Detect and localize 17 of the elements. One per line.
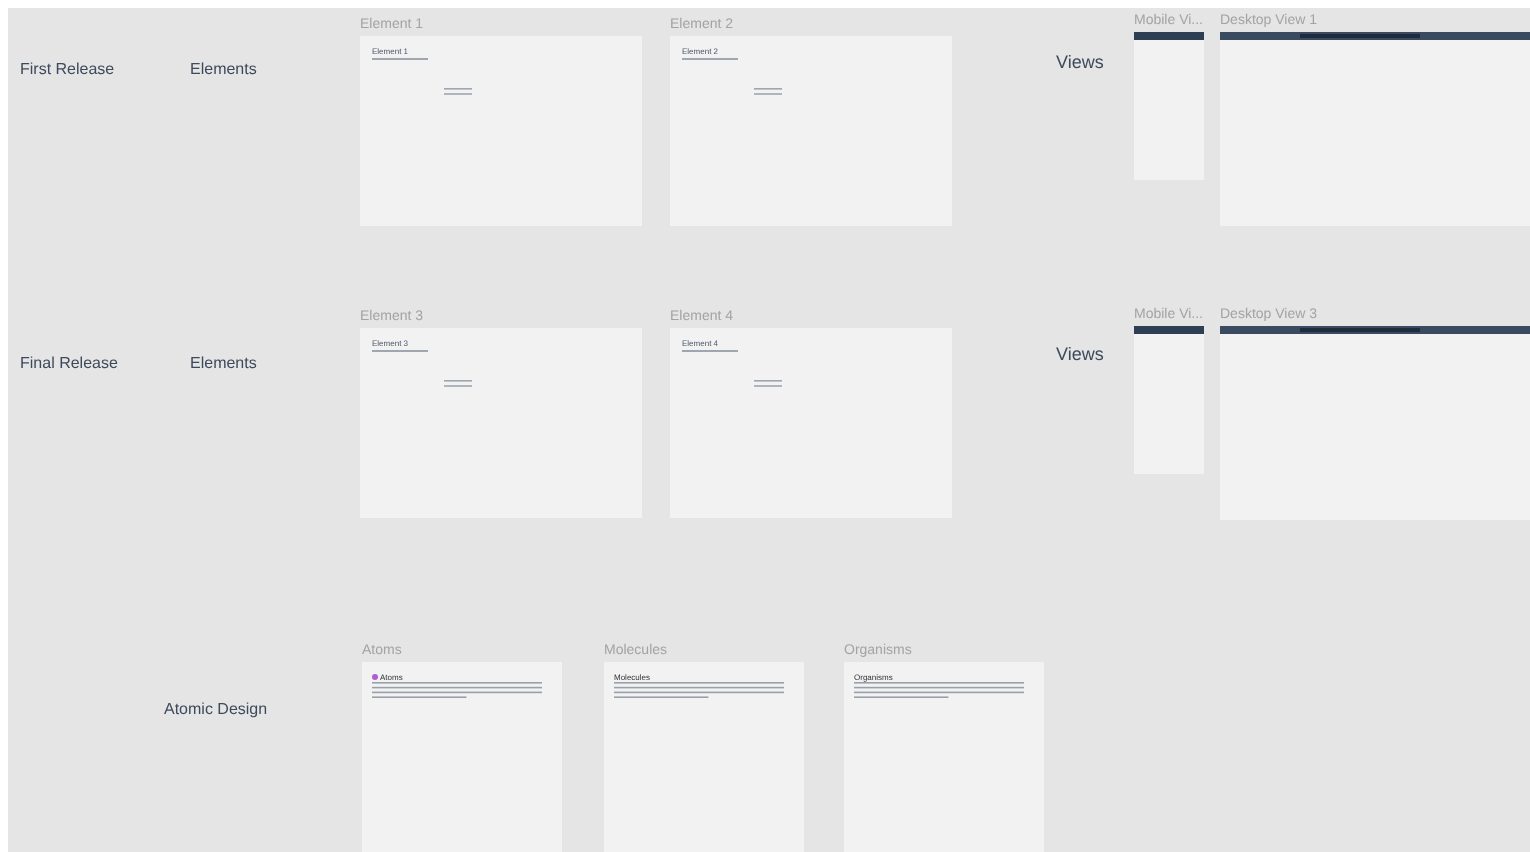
field-lines-drawing: [754, 380, 782, 388]
group-label: Elements: [190, 58, 257, 82]
row-label: Atomic Design: [164, 698, 268, 722]
subtitle-line-drawing: [372, 58, 428, 62]
row-label: First Release: [20, 58, 115, 82]
mobile-header-bar: [1134, 326, 1204, 334]
group-label: Elements: [190, 352, 257, 376]
field-lines-drawing: [754, 88, 782, 96]
row-label: Final Release: [20, 352, 118, 376]
field-lines-drawing: [444, 380, 472, 388]
group-label: Views: [1056, 50, 1104, 76]
group-label: Views: [1056, 342, 1104, 368]
field-lines-drawing: [444, 88, 472, 96]
subtitle-line-drawing: [682, 350, 738, 354]
mobile-header-bar: [1134, 32, 1204, 40]
subtitle-line-drawing: [372, 350, 428, 354]
subtitle-line-drawing: [682, 58, 738, 62]
